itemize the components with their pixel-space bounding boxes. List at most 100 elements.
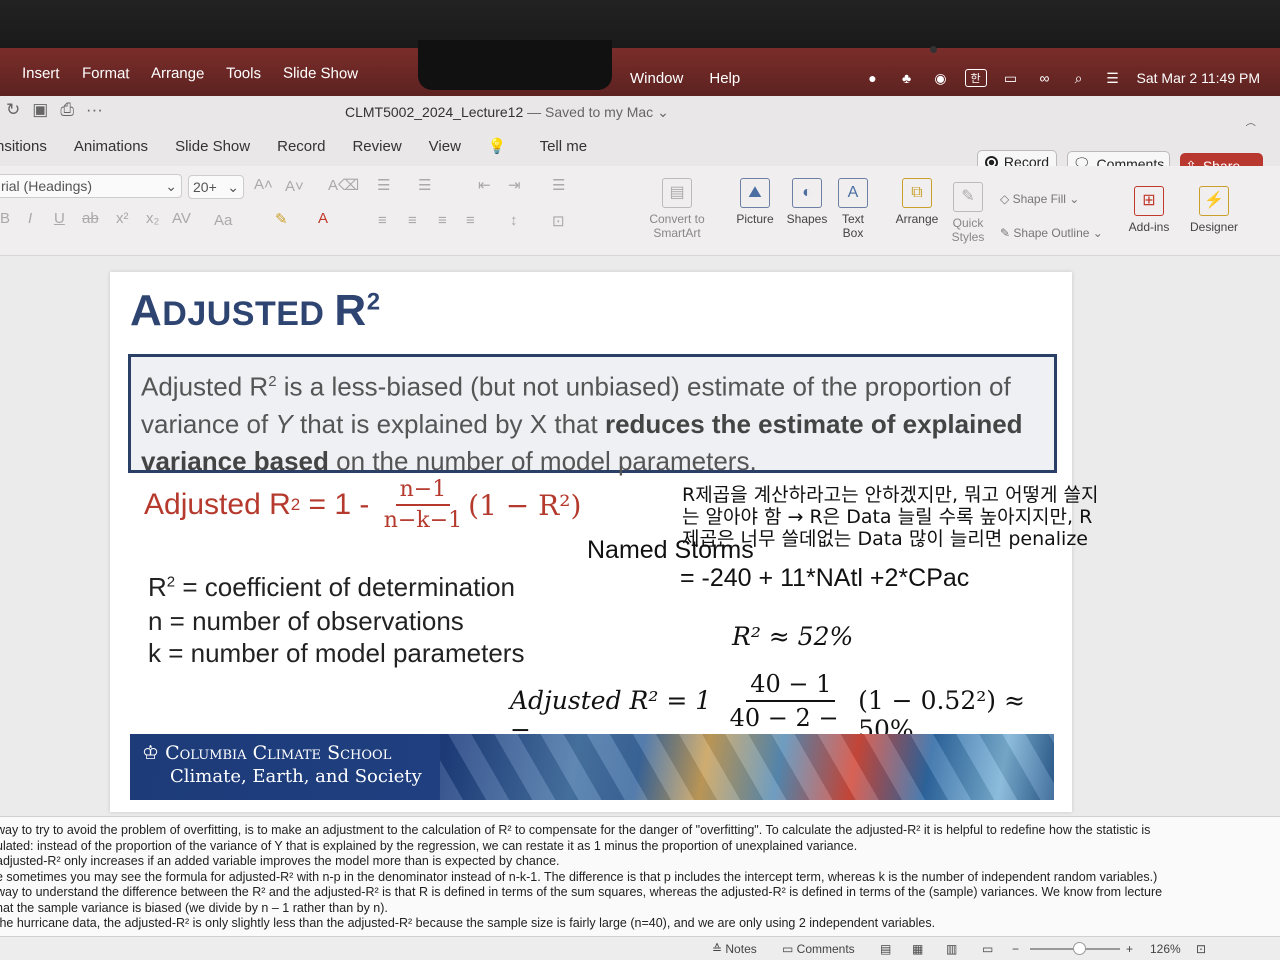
search-icon[interactable]: ⌕ [1069, 69, 1089, 87]
text-direction-icon[interactable]: ↕ [510, 212, 518, 229]
menu-insert[interactable]: Insert [22, 64, 60, 81]
tab-animations[interactable]: Animations [74, 138, 148, 155]
text-box-button[interactable]: A Text Box [834, 178, 872, 240]
fit-to-window-icon[interactable]: ⊡ [1196, 942, 1206, 956]
italic-icon[interactable]: I [28, 210, 32, 227]
menu-tools[interactable]: Tools [226, 64, 261, 81]
decrease-indent-icon[interactable]: ⇤ [478, 176, 491, 194]
zoom-level[interactable]: 126% [1150, 942, 1181, 956]
print-icon[interactable]: ⎙ [60, 100, 74, 120]
font-color-icon[interactable]: A [318, 210, 328, 227]
bullets-icon[interactable]: ☰ [377, 176, 390, 194]
menu-slide-show[interactable]: Slide Show [283, 64, 358, 82]
legend-r2-rest: = coefficient of determination [175, 572, 516, 602]
legend-r2-r: R [148, 572, 167, 602]
notes-pane[interactable]: way to try to avoid the problem of overf… [0, 816, 1280, 936]
zoom-in-icon[interactable]: + [1126, 942, 1133, 956]
tell-me[interactable]: 💡 Tell me [488, 137, 614, 156]
subscript-icon[interactable]: x₂ [146, 210, 159, 227]
change-case-icon[interactable]: Aa [214, 212, 232, 229]
slide[interactable]: ADJUSTED R2 Adjusted R2 is a less-biased… [110, 272, 1099, 812]
add-ins-button[interactable]: ⊞ Add-ins [1126, 186, 1172, 234]
superscript-icon[interactable]: x² [116, 210, 129, 227]
more-icon[interactable]: ··· [86, 100, 103, 120]
increase-indent-icon[interactable]: ⇥ [508, 176, 521, 194]
menu-arrange[interactable]: Arrange [151, 64, 205, 82]
align-right-icon[interactable]: ≡ [438, 212, 447, 229]
normal-view-icon[interactable]: ▤ [880, 942, 891, 956]
strikethrough-icon[interactable]: ab [82, 210, 99, 227]
align-text-icon[interactable]: ⊡ [552, 212, 565, 230]
adjusted-r2-formula[interactable]: Adjusted R2 = 1 - n−1 n−k−1 (1 − R²) [144, 477, 581, 533]
comments-toggle[interactable]: ▭ Comments [782, 942, 855, 956]
redo-icon[interactable]: ↻ [6, 100, 20, 120]
char-spacing-icon[interactable]: AV [172, 210, 191, 227]
numbering-icon[interactable]: ☰ [418, 176, 431, 194]
named-storms-label[interactable]: Named Storms [587, 536, 754, 565]
doc-name: CLMT5002_2024_Lecture12 [345, 104, 524, 120]
chevron-down-icon: ⌄ [227, 179, 239, 195]
battery-icon[interactable]: ▭ [1001, 69, 1021, 87]
menu-format[interactable]: Format [81, 64, 129, 81]
shape-outline-button[interactable]: ✎ Shape Outline ⌄ [1000, 226, 1103, 240]
clock[interactable]: Sat Mar 2 11:49 PM [1137, 70, 1260, 86]
designer-button[interactable]: ⚡ Designer [1188, 186, 1240, 234]
line-icon[interactable]: ◉ [931, 69, 951, 87]
underline-icon[interactable]: U [54, 210, 65, 227]
highlight-icon[interactable]: ✎ [275, 210, 288, 228]
slideshow-view-icon[interactable]: ▭ [982, 942, 993, 956]
shrink-font-icon[interactable]: A˅ [285, 178, 304, 195]
definition-box[interactable]: Adjusted R2 is a less-biased (but not un… [128, 354, 1057, 476]
arrange-button[interactable]: ⧉ Arrange [892, 178, 942, 226]
font-size-select[interactable]: 20+ ⌄ [188, 175, 244, 199]
model-equation[interactable]: = -240 + 11*NAtl +2*CPac [680, 564, 969, 593]
evernote-icon[interactable]: ♣ [897, 69, 917, 87]
convert-smartart-button[interactable]: ▤ Convert to SmartArt [642, 178, 712, 240]
def-part3: that is explained by X that [292, 408, 605, 439]
control-center-icon[interactable]: ☰ [1103, 69, 1123, 87]
zoom-out-icon[interactable]: − [1012, 942, 1019, 956]
font-name-select[interactable]: rial (Headings) ⌄ [0, 174, 182, 198]
picture-label: Picture [736, 212, 774, 226]
link-icon[interactable]: ∞ [1035, 69, 1055, 87]
line-spacing-icon[interactable]: ☰ [552, 176, 565, 194]
legend-n[interactable]: n = number of observations [148, 606, 464, 637]
legend-k[interactable]: k = number of model parameters [148, 638, 524, 669]
legend-r2[interactable]: R2 = coefficient of determination [148, 572, 515, 603]
menu-window[interactable]: Window [630, 70, 683, 87]
formula-lhs: Adjusted R [144, 488, 291, 521]
title-sup: 2 [366, 288, 381, 316]
tab-review[interactable]: Review [352, 138, 401, 155]
reading-view-icon[interactable]: ▥ [946, 942, 957, 956]
notes-toggle[interactable]: ≙ Notes [712, 942, 757, 956]
tab-view[interactable]: View [429, 138, 461, 155]
align-left-icon[interactable]: ≡ [378, 212, 387, 229]
align-center-icon[interactable]: ≡ [408, 212, 417, 229]
justify-icon[interactable]: ≡ [466, 212, 475, 229]
chat-bubble-icon[interactable]: ● [863, 69, 883, 87]
notes-line: adjusted-R² only increases if an added v… [0, 854, 560, 868]
bold-icon[interactable]: B [0, 210, 10, 227]
zoom-slider-knob[interactable] [1073, 942, 1086, 955]
quick-styles-button[interactable]: ✎ Quick Styles [946, 182, 990, 244]
document-title[interactable]: CLMT5002_2024_Lecture12 — Saved to my Ma… [345, 104, 669, 121]
quick-styles-icon: ✎ [953, 182, 983, 212]
shape-fill-button[interactable]: ◇ Shape Fill ⌄ [1000, 192, 1079, 206]
clear-format-icon[interactable]: A⌫ [328, 176, 359, 194]
picture-button[interactable]: ⛰ Picture [732, 178, 778, 226]
notes-line: ulated: instead of the proportion of the… [0, 838, 858, 853]
tab-transitions[interactable]: nsitions [0, 138, 47, 155]
def-part4: on the number of model parameters. [328, 445, 757, 476]
grow-font-icon[interactable]: A˄ [254, 176, 273, 193]
notes-line: way to understand the difference between… [0, 885, 1163, 899]
slide-sorter-icon[interactable]: ▦ [912, 942, 923, 956]
tab-record[interactable]: Record [277, 138, 325, 155]
add-ins-label: Add-ins [1128, 220, 1170, 234]
input-source-icon[interactable]: 한 [964, 69, 987, 87]
menu-help[interactable]: Help [709, 70, 740, 87]
tab-slide-show[interactable]: Slide Show [175, 138, 250, 155]
slide-title[interactable]: ADJUSTED R2 [130, 286, 381, 336]
r2-value[interactable]: R² ≈ 52% [732, 622, 853, 651]
save-icon[interactable]: ▣ [32, 100, 48, 120]
shapes-button[interactable]: ◐ Shapes [784, 178, 830, 226]
